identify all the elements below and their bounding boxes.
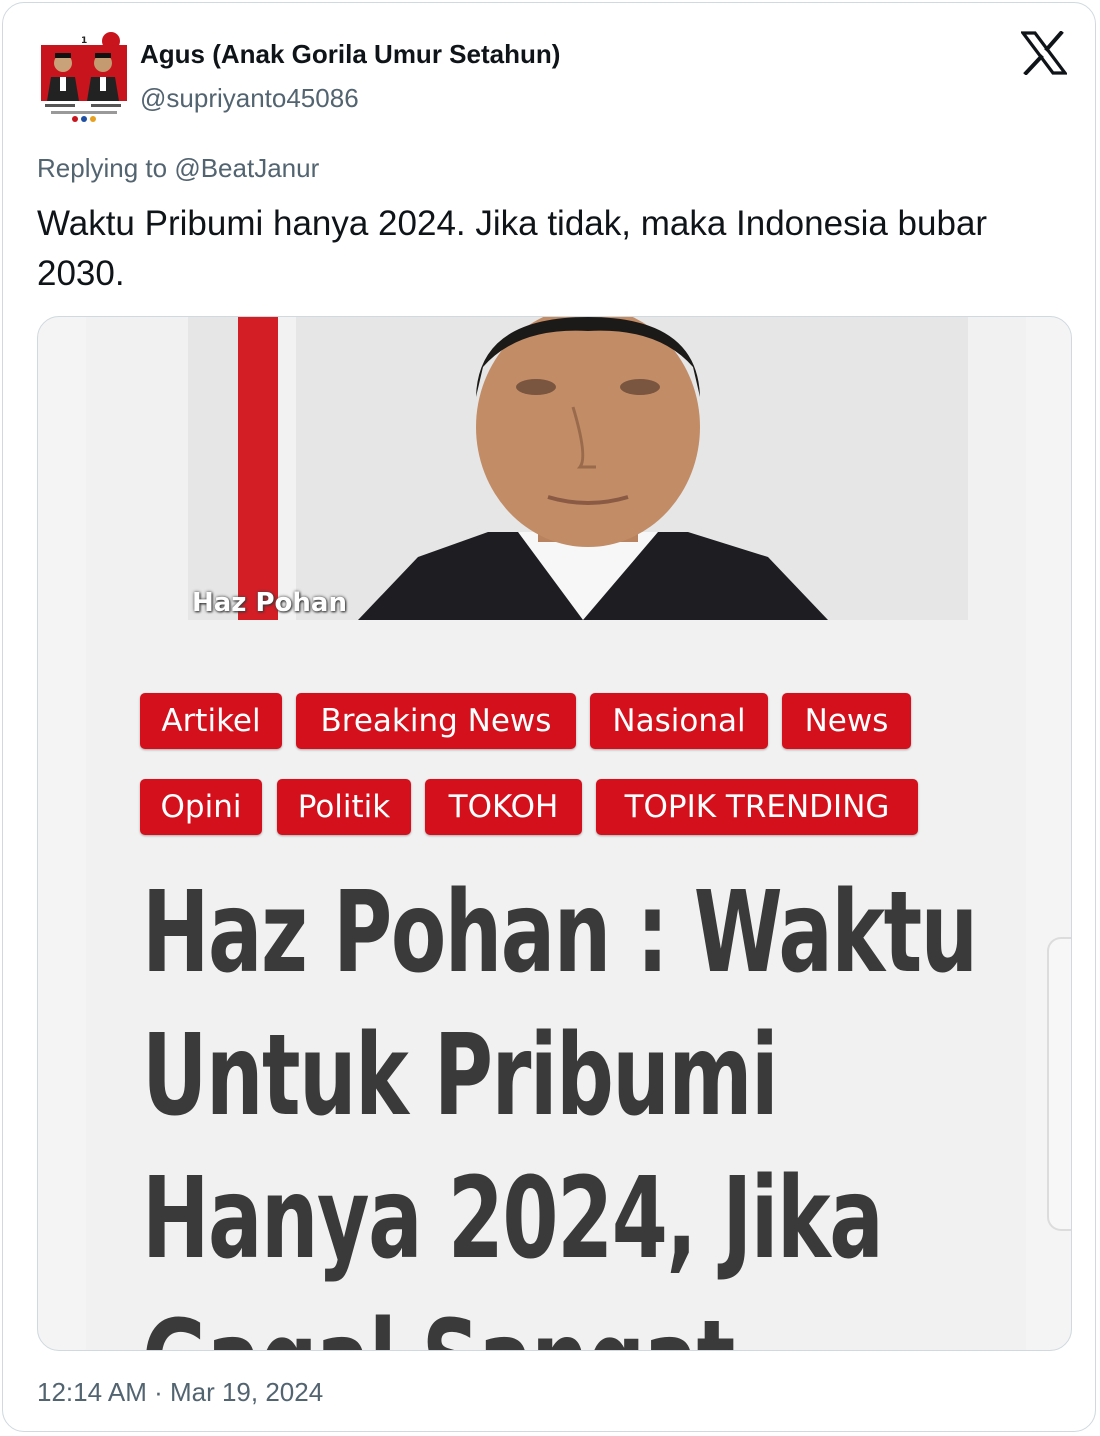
display-name[interactable]: Agus (Anak Gorila Umur Setahun) xyxy=(140,39,560,70)
article-photo: Haz Pohan xyxy=(188,317,968,620)
tag-news: News xyxy=(782,693,911,749)
tag-nasional: Nasional xyxy=(590,693,768,749)
avatar[interactable]: 1 xyxy=(41,31,127,123)
replying-to-label: Replying to xyxy=(37,153,168,183)
tag-opini: Opini xyxy=(140,779,262,835)
article-headline: Haz Pohan : Waktu Untuk Pribumi Hanya 20… xyxy=(142,862,978,1350)
scroll-handle xyxy=(1047,937,1071,1231)
headline-line: Haz Pohan : Waktu xyxy=(142,868,978,998)
headline-line: Hanya 2024, Jika xyxy=(142,1154,884,1284)
tweet-text: Waktu Pribumi hanya 2024. Jika tidak, ma… xyxy=(37,204,988,293)
tag-tokoh: TOKOH xyxy=(425,779,582,835)
replying-to: Replying to @BeatJanur xyxy=(37,153,319,184)
headline-line: Untuk Pribumi xyxy=(142,1011,779,1141)
svg-text:1: 1 xyxy=(81,36,87,46)
user-handle[interactable]: @supriyanto45086 xyxy=(140,83,359,114)
avatar-image: 1 xyxy=(41,31,127,123)
reply-mention-link[interactable]: @BeatJanur xyxy=(174,153,319,183)
tag-topik-trending: TOPIK TRENDING xyxy=(596,779,918,835)
tag-politik: Politik xyxy=(277,779,411,835)
tag-artikel: Artikel xyxy=(140,693,282,749)
x-logo-icon[interactable] xyxy=(1019,30,1069,76)
headline-line: Gagal Sangat xyxy=(142,1291,747,1350)
tweet-media[interactable]: Haz Pohan Artikel Breaking News Nasional… xyxy=(37,316,1072,1351)
tweet-timestamp[interactable]: 12:14 AM · Mar 19, 2024 xyxy=(37,1377,323,1408)
article-screenshot: Haz Pohan Artikel Breaking News Nasional… xyxy=(86,317,1026,1350)
photo-caption: Haz Pohan xyxy=(192,588,347,618)
portrait-image xyxy=(188,317,968,620)
tweet-card: 1 Agus (Anak Gorila Umur Setahun) @supri… xyxy=(2,2,1096,1432)
tag-breaking-news: Breaking News xyxy=(296,693,576,749)
